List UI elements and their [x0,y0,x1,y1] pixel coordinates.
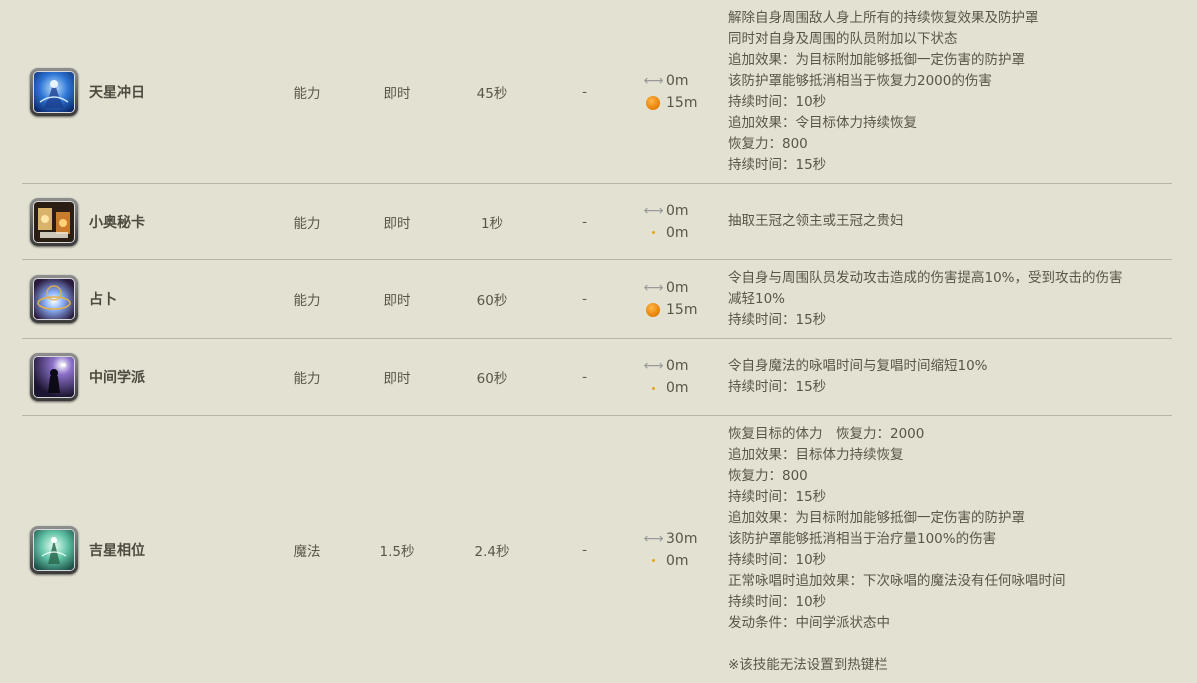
description-line: 恢复力：800 [728,135,808,152]
skill-type: 能力 [293,371,321,387]
radius-orb-icon [646,95,660,110]
skill-cast-time: 即时 [383,215,411,232]
description-line: 追加效果：为目标附加能够抵御一定伤害的防护罩 [728,51,1025,68]
skill-description: 令自身与周围队员发动攻击造成的伤害提高10%，受到攻击的伤害 减轻10% 持续时… [728,260,1173,338]
description-note: ※该技能无法设置到热键栏 [728,656,888,673]
description-line: 发动条件：中间学派状态中 [728,614,890,631]
skill-recast-time: 1秒 [480,215,504,232]
skill-range: 0m [666,202,689,219]
skill-cast-time: 即时 [383,371,411,387]
range-arrow-icon: ⟷ [643,358,663,374]
neutral-sect-icon[interactable] [30,353,78,401]
description-line: 减轻10% [728,290,786,307]
skill-description: 令自身魔法的咏唱时间与复唱时间缩短10% 持续时间：15秒 [728,339,1173,415]
skill-range: 0m [666,280,689,296]
radius-dot-icon [651,231,655,234]
skill-description: 抽取王冠之领主或王冠之贵妇 [728,184,1173,259]
skill-type: 魔法 [293,543,321,560]
skill-radius: 15m [666,302,698,318]
description-line: 持续时间：15秒 [728,156,827,173]
description-line: 恢复力：800 [728,467,808,484]
radius-orb-icon [646,303,660,317]
skill-recast-time: 60秒 [476,293,508,309]
aspected-benefic-icon[interactable] [30,525,78,574]
description-line: 追加效果：令目标体力持续恢复 [728,114,917,131]
divination-icon[interactable] [30,275,78,323]
skill-cost: - [582,541,587,558]
range-arrow-icon: ⟷ [643,202,663,219]
skill-description: 恢复目标的体力 恢复力：2000 追加效果：目标体力持续恢复 恢复力：800 持… [728,416,1173,683]
table-row: 小奥秘卡 能力 即时 1秒 - ⟷ 0m 0m 抽取王冠之领主或王冠之贵妇 [22,184,1172,260]
skill-type: 能力 [293,215,321,232]
skill-name: 天星冲日 [89,84,145,101]
description-line: 同时对自身及周围的队员附加以下状态 [728,30,958,47]
skill-radius: 0m [666,380,689,396]
description-line: 该防护罩能够抵消相当于治疗量100%的伤害 [728,530,997,547]
skill-name: 吉星相位 [89,542,145,559]
skill-name: 中间学派 [89,370,145,386]
table-row: 中间学派 能力 即时 60秒 - ⟷ 0m 0m 令自身魔法的咏唱时间与复唱时间缩… [22,339,1172,416]
skill-radius: 0m [666,224,689,241]
description-line: 正常咏唱时追加效果：下次咏唱的魔法没有任何咏唱时间 [728,572,1066,589]
description-line: 追加效果：目标体力持续恢复 [728,446,904,463]
skill-radius: 15m [666,94,698,111]
description-line: 追加效果：为目标附加能够抵御一定伤害的防护罩 [728,509,1025,526]
description-line: 持续时间：15秒 [728,311,827,328]
description-line: 持续时间：10秒 [728,551,827,568]
skill-range: 0m [666,358,689,374]
skill-recast-time: 2.4秒 [474,543,510,560]
skill-range: 0m [666,72,689,89]
celestial-opposition-icon[interactable] [30,67,78,116]
description-line: 持续时间：15秒 [728,488,827,505]
skill-cast-time: 1.5秒 [379,543,415,560]
description-line: 持续时间：10秒 [728,93,827,110]
skill-type: 能力 [293,293,321,309]
skill-cost: - [582,213,587,230]
description-line: 令自身与周围队员发动攻击造成的伤害提高10%，受到攻击的伤害 [728,269,1123,286]
skill-recast-time: 45秒 [476,85,508,102]
skill-cast-time: 即时 [383,293,411,309]
skill-table: 天星冲日 能力 即时 45秒 - ⟷ 0m 15m 解除自身周围敌人身上所有的持续… [0,0,1197,683]
skill-cast-time: 即时 [383,85,411,102]
description-line: 该防护罩能够抵消相当于恢复力2000的伤害 [728,72,992,89]
description-line: 解除自身周围敌人身上所有的持续恢复效果及防护罩 [728,9,1039,26]
skill-description: 解除自身周围敌人身上所有的持续恢复效果及防护罩 同时对自身及周围的队员附加以下状… [728,0,1173,183]
skill-range-cell: ⟷ 0m 15m [640,0,730,183]
radius-dot-icon [651,386,655,390]
skill-icon-cell [30,0,84,183]
skill-type: 能力 [293,85,321,102]
skill-range: 30m [666,530,698,547]
table-row: 天星冲日 能力 即时 45秒 - ⟷ 0m 15m 解除自身周围敌人身上所有的持续… [22,0,1172,184]
skill-cost: - [582,369,587,385]
table-row: 吉星相位 魔法 1.5秒 2.4秒 - ⟷ 30m 0m 恢复目标的体力 恢复力：… [22,416,1172,683]
skill-name: 占卜 [89,292,117,308]
description-line: 持续时间：10秒 [728,593,827,610]
description-line: 持续时间：15秒 [728,379,827,395]
range-arrow-icon: ⟷ [643,72,663,89]
skill-cost: - [582,83,587,100]
skill-name: 小奥秘卡 [89,214,145,231]
radius-dot-icon [651,559,655,562]
skill-cost: - [582,291,587,307]
minor-arcana-icon[interactable] [30,197,78,246]
description-line: 抽取王冠之领主或王冠之贵妇 [728,213,904,229]
range-arrow-icon: ⟷ [643,530,663,547]
skill-radius: 0m [666,552,689,569]
table-row: 占卜 能力 即时 60秒 - ⟷ 0m 15m 令自身与周围队员发动攻击造成的伤害… [22,260,1172,339]
skill-recast-time: 60秒 [476,371,508,387]
description-line: 令自身魔法的咏唱时间与复唱时间缩短10% [728,358,988,374]
description-line: 恢复目标的体力 恢复力：2000 [728,425,925,442]
range-arrow-icon: ⟷ [643,280,663,296]
